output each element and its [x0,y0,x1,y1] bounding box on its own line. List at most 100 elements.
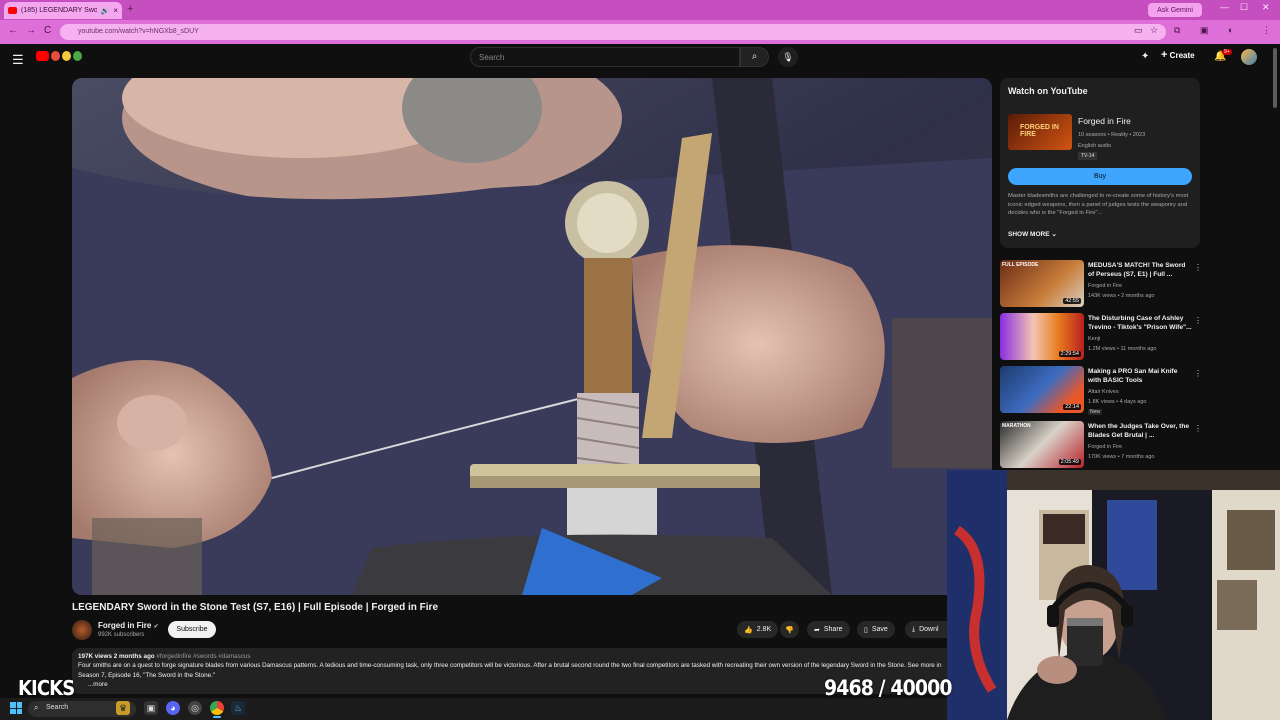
video-thumbnail[interactable]: MARATHON 2:05:49 [1000,421,1084,468]
menu-hamburger-icon[interactable]: ☰ [12,52,24,68]
download-label: Downl [919,626,939,633]
url-text: youtube.com/watch?v=hNGXb8_sDUY [78,28,199,35]
address-bar[interactable]: youtube.com/watch?v=hNGXb8_sDUY [60,24,1166,40]
like-count: 2.8K [756,626,772,633]
save-button[interactable]: ▯ Save [857,621,895,638]
share-button[interactable]: ➦ Share [807,621,850,638]
task-view-icon[interactable]: ▣ [144,701,158,715]
video-thumbnail[interactable]: 22:14 [1000,366,1084,413]
list-item[interactable]: 2:29:54 The Disturbing Case of Ashley Tr… [1000,313,1204,365]
channel-name[interactable]: Forged in Fire ✔ [98,621,159,630]
search-icon: ⌕ [751,51,758,62]
rec-meta: 143K views • 2 months ago [1088,293,1155,299]
search-input[interactable]: Search [470,47,740,67]
show-more-button[interactable]: SHOW MORE ⌄ [1008,230,1057,238]
page-scrollbar[interactable] [1272,44,1278,344]
rec-channel: Kenji [1088,336,1101,342]
gemini-sparkle-icon[interactable]: ✦ [1141,51,1149,62]
install-icon[interactable]: ▭ [1134,25,1143,36]
windows-start-icon[interactable] [10,702,22,714]
like-button[interactable]: 👍 2.8K [737,621,779,638]
scrollbar-thumb[interactable] [1273,48,1277,108]
speaker-icon[interactable]: 🔊 [101,7,110,15]
channel-avatar[interactable] [72,620,92,640]
share-arrow-icon: ➦ [814,626,820,634]
tab-close-icon[interactable]: × [113,6,118,15]
video-thumbnail[interactable]: 2:29:54 [1000,313,1084,360]
buy-button[interactable]: Buy [1008,168,1192,185]
new-tab-button[interactable]: + [127,3,133,15]
subscribe-button[interactable]: Subscribe [168,621,216,638]
list-item[interactable]: MARATHON 2:05:49 When the Judges Take Ov… [1000,421,1204,473]
widget-icon[interactable]: ♛ [116,701,130,715]
show-meta: 10 seasons • Reality • 2023 [1078,132,1146,138]
views-date: 197K views 2 months ago [78,653,155,660]
video-player[interactable] [72,78,992,595]
search-button[interactable]: ⌕ [740,47,769,67]
more-options-icon[interactable]: ⋮ [1194,263,1202,272]
microphone-icon: 🎙 [782,52,794,62]
hashtags[interactable]: #forgedinfire #swords #damascus [156,653,250,660]
chrome-icon[interactable] [210,701,224,715]
list-item[interactable]: 22:14 Making a PRO San Mai Knife with BA… [1000,366,1204,420]
windows-taskbar [0,698,947,720]
verified-check-icon: ✔ [153,624,159,630]
rec-title: MEDUSA'S MATCH! The Sword of Perseus (S7… [1088,262,1186,278]
extensions-icon[interactable]: ⧉ [1174,25,1180,36]
search-icon: ⌕ [34,703,39,712]
duration-badge: 2:05:49 [1058,459,1081,465]
bookmark-star-icon[interactable]: ☆ [1150,25,1158,36]
more-options-icon[interactable]: ⋮ [1194,316,1202,325]
webcam-frame [947,470,1280,720]
browser-menu-icon[interactable]: ⋮ [1262,25,1271,36]
steam-icon[interactable]: ♨ [231,701,245,715]
back-button[interactable]: ← [8,25,18,36]
show-description: Master bladesmiths are challenged to re-… [1008,193,1189,217]
show-more-label: SHOW MORE [1008,231,1050,238]
goal-counter: 9468 / 40000 [824,676,953,700]
list-item[interactable]: FULL EPISODE 42:55 MEDUSA'S MATCH! The S… [1000,260,1204,312]
ask-gemini-button[interactable]: Ask Gemini [1148,3,1202,17]
show-title[interactable]: Forged in Fire [1078,116,1131,126]
minimize-button[interactable]: — [1220,2,1229,12]
kicks-label: KICKS [18,676,75,700]
doodle-icon [62,51,71,61]
rec-meta: 170K views • 7 months ago [1088,454,1155,460]
rec-channel: Forged in Fire [1088,283,1123,289]
dislike-button[interactable]: 👎 [780,621,799,638]
video-frame [72,78,992,595]
description-box[interactable]: 197K views 2 months ago #forgedinfire #s… [72,648,952,694]
tab-title: (185) LEGENDARY Sword in... [21,7,97,14]
forward-button[interactable]: → [26,25,36,36]
video-thumbnail[interactable]: FULL EPISODE 42:55 [1000,260,1084,307]
account-avatar[interactable] [1241,49,1257,65]
bookmark-icon: ▯ [864,626,868,634]
webcam-overlay [947,470,1280,720]
search-placeholder: Search [479,53,505,62]
save-label: Save [871,626,888,633]
youtube-logo[interactable] [36,51,82,61]
more-options-icon[interactable]: ⋮ [1194,424,1202,433]
discord-icon[interactable]: ◕ [166,701,180,715]
profile-icon[interactable]: ◐ [1228,25,1233,35]
maximize-button[interactable]: ☐ [1240,2,1248,13]
close-window-button[interactable]: ✕ [1262,2,1270,13]
sidepanel-icon[interactable]: ▣ [1200,25,1209,36]
play-logo-icon [36,51,49,61]
duration-badge: 22:14 [1063,404,1081,410]
new-badge: New [1088,409,1103,415]
voice-search-button[interactable]: 🎙 [778,47,798,67]
reload-button[interactable]: C [44,25,51,36]
thumbs-down-icon: 👎 [785,626,794,634]
show-thumbnail[interactable]: FORGED IN FIRE [1008,114,1072,150]
browser-tab-youtube[interactable]: (185) LEGENDARY Sword in... 🔊 × [4,2,122,19]
plus-icon: + [1161,49,1168,61]
chevron-down-icon: ⌄ [1051,231,1057,238]
more-options-icon[interactable]: ⋮ [1194,369,1202,378]
obs-icon[interactable]: ◎ [188,701,202,715]
rec-title: The Disturbing Case of Ashley Trevino - … [1088,315,1192,331]
rec-title: Making a PRO San Mai Knife with BASIC To… [1088,368,1178,384]
more-link[interactable]: ...more [78,680,946,689]
download-button[interactable]: ⤓ Downl [905,621,947,638]
create-button[interactable]: + Create [1161,49,1195,65]
